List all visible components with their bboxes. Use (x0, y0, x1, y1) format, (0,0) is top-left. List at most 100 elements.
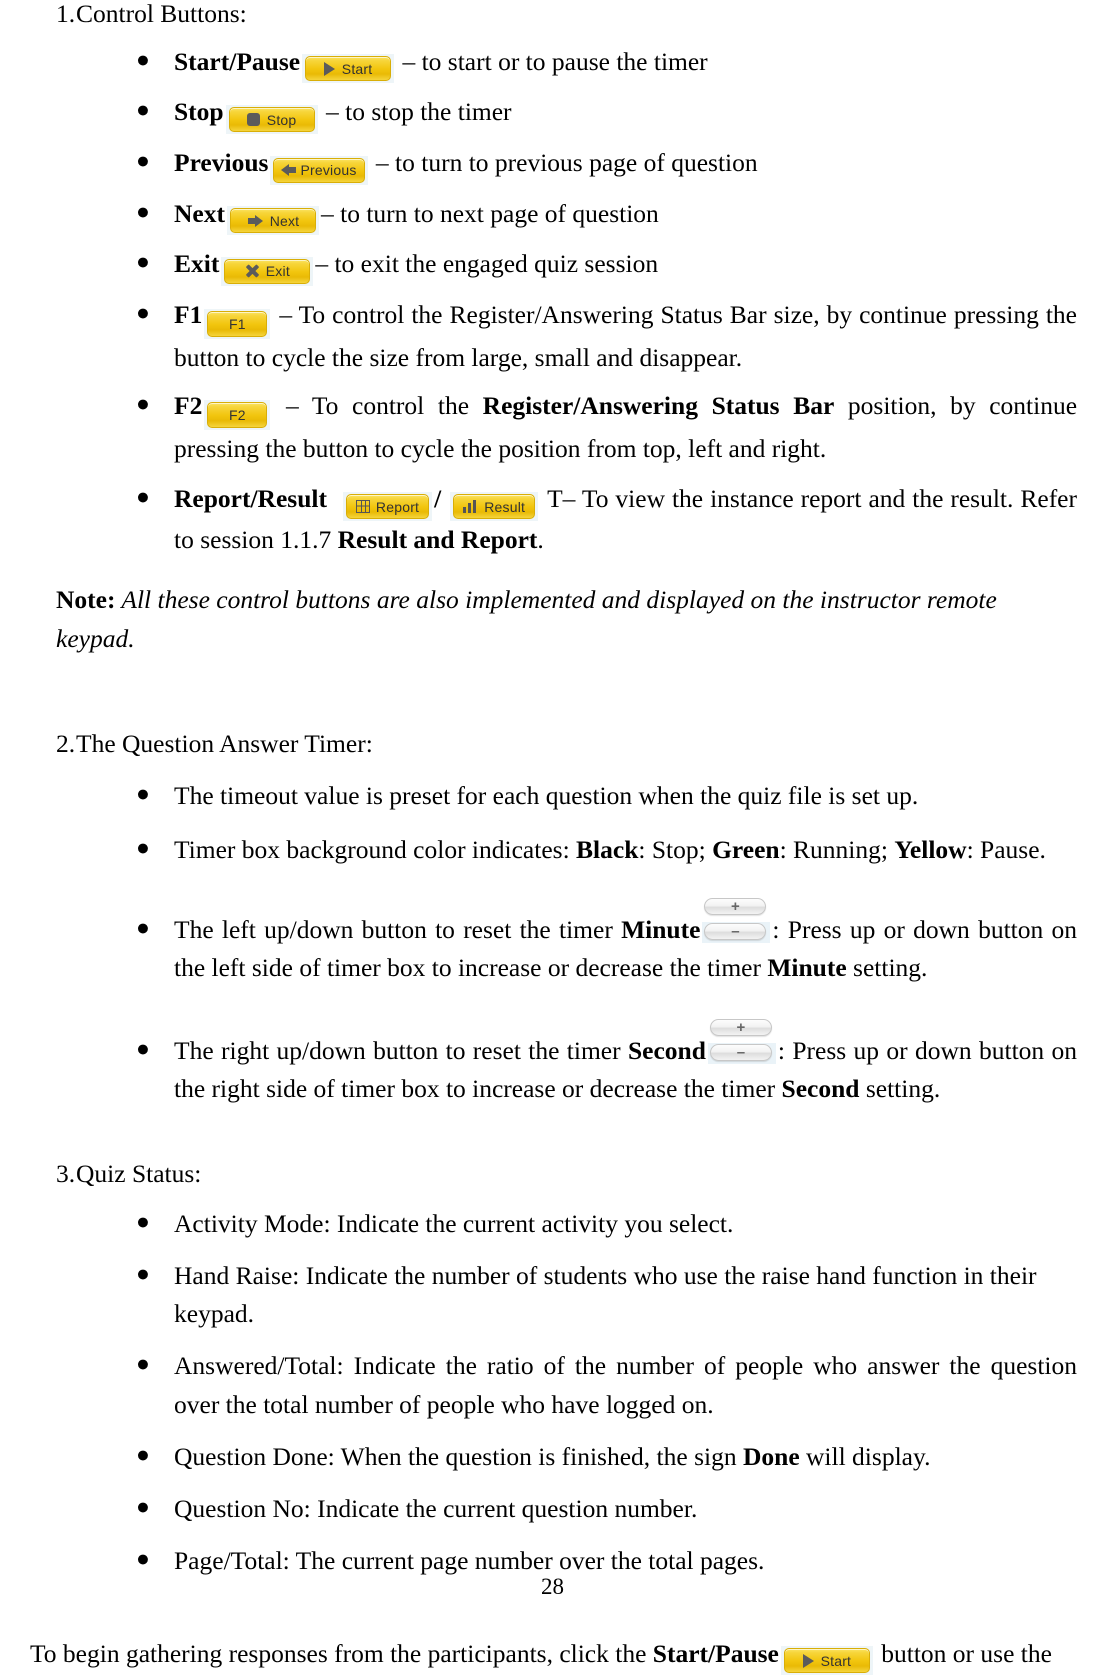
control-desc-report-b: . (537, 525, 544, 555)
start-button-inline-label: Start (820, 1652, 852, 1669)
minute-stepper[interactable]: + – (702, 898, 771, 943)
exit-button[interactable]: Exit (221, 256, 314, 286)
bullet-dot: ● (136, 1494, 150, 1520)
list-item-body: The timeout value is preset for each que… (174, 780, 919, 810)
list-item-second-stepper: ● The right up/down button to reset the … (28, 1018, 1077, 1109)
control-bold-result-and-report: Result and Report (337, 525, 538, 555)
closing-text-1: To begin gathering responses from the pa… (30, 1638, 653, 1668)
arrow-left-icon (281, 163, 297, 177)
square-icon (246, 113, 260, 127)
control-label-next: Next (174, 198, 225, 228)
section-title: Control Buttons: (76, 0, 247, 28)
bullet-dot: ● (136, 249, 150, 275)
control-label-start-pause: Start/Pause (174, 46, 301, 76)
second-text-3: setting. (859, 1073, 941, 1103)
list-item-body: Question Done: When the question is fini… (174, 1438, 1077, 1476)
control-desc-f2-a: – To control the (272, 390, 483, 420)
section-heading-quiz-status: 3. Quiz Status: (28, 1158, 1077, 1191)
control-desc-start-pause: – to start or to pause the timer (396, 46, 708, 76)
list-item-f1: ● F1 F1 – To control the Register/Answeri… (28, 296, 1077, 377)
report-button[interactable]: Report (342, 492, 433, 522)
bullet-dot: ● (136, 1351, 150, 1377)
timer-colors-text-1: Timer box background color indicates: (174, 834, 577, 864)
bullet-dot: ● (136, 97, 150, 123)
list-item-body: Question No: Indicate the current questi… (174, 1494, 698, 1524)
bullet-dot: ● (136, 1441, 150, 1467)
closing-text-2: button or use the (874, 1638, 1052, 1668)
list-item-f2: ● F2 F2 – To control the Register/Answeri… (28, 387, 1077, 468)
stop-button[interactable]: Stop (225, 105, 318, 135)
bullet-dot: ● (136, 148, 150, 174)
bullet-dot: ● (136, 1208, 150, 1234)
bullet-dot: ● (136, 484, 150, 510)
arrow-right-icon (247, 214, 263, 228)
list-item-body: Hand Raise: Indicate the number of stude… (174, 1260, 1037, 1329)
list-item-body: F1 F1 – To control the Register/Answering… (174, 296, 1077, 377)
bullet-dot: ● (136, 780, 150, 806)
control-desc-exit: – to exit the engaged quiz session (315, 249, 659, 279)
list-item-body: Report/Result Report / Result T– To view … (174, 480, 1077, 559)
bar-chart-icon (463, 500, 478, 514)
report-result-separator: / (434, 484, 442, 514)
note-body: All these control buttons are also imple… (56, 585, 997, 653)
f2-button[interactable]: F2 (204, 399, 271, 430)
section-title: The Question Answer Timer: (76, 728, 373, 758)
play-icon (802, 1653, 814, 1668)
question-done-text-1: Question Done: When the question is fini… (174, 1441, 743, 1471)
f1-button[interactable]: F1 (204, 308, 271, 339)
list-item-question-no: ● Question No: Indicate the current ques… (28, 1490, 1077, 1528)
report-button-label: Report (375, 498, 420, 515)
status-color-black: Black (576, 834, 639, 864)
list-item-timer-colors: ● Timer box background color indicates: … (28, 831, 1077, 869)
next-button[interactable]: Next (226, 206, 319, 236)
start-button-inline[interactable]: Start (780, 1646, 873, 1675)
minute-decrease-button[interactable]: – (704, 923, 767, 940)
grid-icon (355, 500, 370, 514)
control-desc-previous: – to turn to previous page of question (369, 148, 758, 178)
question-done-text-2: will display. (799, 1441, 931, 1471)
start-button[interactable]: Start (302, 54, 395, 84)
cross-icon (245, 264, 259, 278)
timer-colors-text-3: : Running; (779, 834, 895, 864)
section-heading-timer: 2. The Question Answer Timer: (28, 728, 1077, 761)
second-stepper[interactable]: + – (707, 1018, 776, 1064)
bullet-dot: ● (136, 390, 150, 416)
previous-button[interactable]: Previous (270, 155, 368, 185)
list-item-body: Next Next – to turn to next page of questi… (174, 195, 1077, 236)
second-text-1: The right up/down button to reset the ti… (174, 1035, 628, 1065)
previous-button-label: Previous (300, 162, 357, 179)
f2-button-label: F2 (228, 406, 246, 423)
note-paragraph: Note: All these control buttons are also… (28, 581, 1077, 658)
result-button[interactable]: Result (450, 492, 539, 522)
list-item-body: Activity Mode: Indicate the current acti… (174, 1208, 734, 1238)
list-number: 2. (56, 728, 76, 758)
section-title: Quiz Status: (76, 1159, 202, 1188)
list-item-body: F2 F2 – To control the Register/Answering… (174, 387, 1077, 468)
timer-unit-minute: Minute (621, 915, 701, 944)
bullet-dot: ● (136, 1546, 150, 1572)
control-desc-stop: – to stop the timer (319, 97, 512, 127)
next-button-label: Next (269, 212, 300, 229)
list-item-body: Start/Pause Start – to start or to pause … (174, 43, 1077, 84)
bullet-dot: ● (136, 198, 150, 224)
list-item-minute-stepper: ● The left up/down button to reset the t… (28, 898, 1077, 988)
control-label-report-result: Report/Result (174, 484, 327, 514)
control-label-stop: Stop (174, 97, 224, 127)
control-label-f2: F2 (174, 390, 203, 420)
stop-button-label: Stop (266, 111, 297, 128)
timer-unit-second-2: Second (781, 1073, 860, 1103)
list-item-exit: ● Exit Exit – to exit the engaged quiz ses… (28, 245, 1077, 286)
bullet-dot: ● (136, 299, 150, 325)
list-item-stop: ● Stop Stop – to stop the timer (28, 93, 1077, 135)
second-decrease-button[interactable]: – (709, 1043, 772, 1061)
minute-text-3: setting. (846, 953, 928, 983)
minute-increase-button[interactable]: + (704, 898, 767, 915)
list-item-body: Stop Stop – to stop the timer (174, 93, 1077, 135)
list-item-report-result: ● Report/Result Report / Result T– To vie… (28, 480, 1077, 559)
list-number: 3. (56, 1159, 76, 1188)
status-badge-done: Done (742, 1441, 800, 1471)
second-increase-button[interactable]: + (709, 1018, 772, 1036)
list-item-activity-mode: ● Activity Mode: Indicate the current ac… (28, 1205, 1077, 1243)
